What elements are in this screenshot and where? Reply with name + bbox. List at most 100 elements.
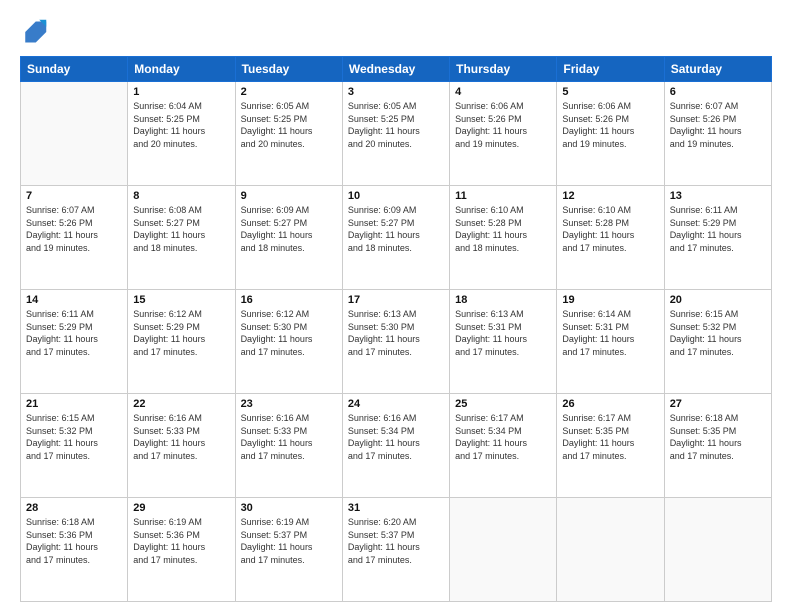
day-info: Sunrise: 6:11 AM Sunset: 5:29 PM Dayligh… bbox=[26, 308, 122, 358]
day-number: 10 bbox=[348, 190, 444, 202]
day-number: 27 bbox=[670, 398, 766, 410]
day-number: 12 bbox=[562, 190, 658, 202]
calendar-cell: 8 Sunrise: 6:08 AM Sunset: 5:27 PM Daylig… bbox=[128, 186, 235, 290]
day-info: Sunrise: 6:06 AM Sunset: 5:26 PM Dayligh… bbox=[455, 100, 551, 150]
page: SundayMondayTuesdayWednesdayThursdayFrid… bbox=[0, 0, 792, 612]
day-info: Sunrise: 6:14 AM Sunset: 5:31 PM Dayligh… bbox=[562, 308, 658, 358]
day-info: Sunrise: 6:12 AM Sunset: 5:30 PM Dayligh… bbox=[241, 308, 337, 358]
day-number: 19 bbox=[562, 294, 658, 306]
day-info: Sunrise: 6:04 AM Sunset: 5:25 PM Dayligh… bbox=[133, 100, 229, 150]
calendar-cell: 1 Sunrise: 6:04 AM Sunset: 5:25 PM Daylig… bbox=[128, 82, 235, 186]
day-info: Sunrise: 6:09 AM Sunset: 5:27 PM Dayligh… bbox=[241, 204, 337, 254]
day-number: 26 bbox=[562, 398, 658, 410]
day-info: Sunrise: 6:15 AM Sunset: 5:32 PM Dayligh… bbox=[26, 412, 122, 462]
day-info: Sunrise: 6:16 AM Sunset: 5:33 PM Dayligh… bbox=[241, 412, 337, 462]
col-header-saturday: Saturday bbox=[664, 57, 771, 82]
day-info: Sunrise: 6:13 AM Sunset: 5:30 PM Dayligh… bbox=[348, 308, 444, 358]
day-info: Sunrise: 6:19 AM Sunset: 5:36 PM Dayligh… bbox=[133, 516, 229, 566]
calendar-cell: 24 Sunrise: 6:16 AM Sunset: 5:34 PM Dayli… bbox=[342, 394, 449, 498]
calendar-cell: 15Sunrise: 6:12 AM Sunset: 5:29 PM Dayli… bbox=[128, 290, 235, 394]
day-number: 24 bbox=[348, 398, 444, 410]
calendar-cell bbox=[664, 498, 771, 602]
day-number: 31 bbox=[348, 502, 444, 514]
day-number: 15 bbox=[133, 294, 229, 306]
col-header-thursday: Thursday bbox=[450, 57, 557, 82]
day-number: 7 bbox=[26, 190, 122, 202]
calendar-cell: 3Sunrise: 6:05 AM Sunset: 5:25 PM Daylig… bbox=[342, 82, 449, 186]
day-number: 14 bbox=[26, 294, 122, 306]
week-row-4: 28 Sunrise: 6:18 AM Sunset: 5:36 PM Dayli… bbox=[21, 498, 772, 602]
day-info: Sunrise: 6:10 AM Sunset: 5:28 PM Dayligh… bbox=[562, 204, 658, 254]
day-number: 17 bbox=[348, 294, 444, 306]
calendar-cell: 17 Sunrise: 6:13 AM Sunset: 5:30 PM Dayli… bbox=[342, 290, 449, 394]
day-number: 4 bbox=[455, 86, 551, 98]
day-number: 16 bbox=[241, 294, 337, 306]
col-header-sunday: Sunday bbox=[21, 57, 128, 82]
day-number: 1 bbox=[133, 86, 229, 98]
logo bbox=[20, 18, 52, 46]
calendar-cell bbox=[21, 82, 128, 186]
calendar-cell bbox=[450, 498, 557, 602]
calendar-cell: 6Sunrise: 6:07 AM Sunset: 5:26 PM Daylig… bbox=[664, 82, 771, 186]
day-info: Sunrise: 6:06 AM Sunset: 5:26 PM Dayligh… bbox=[562, 100, 658, 150]
day-info: Sunrise: 6:18 AM Sunset: 5:35 PM Dayligh… bbox=[670, 412, 766, 462]
day-number: 18 bbox=[455, 294, 551, 306]
day-number: 21 bbox=[26, 398, 122, 410]
day-info: Sunrise: 6:05 AM Sunset: 5:25 PM Dayligh… bbox=[348, 100, 444, 150]
day-info: Sunrise: 6:18 AM Sunset: 5:36 PM Dayligh… bbox=[26, 516, 122, 566]
calendar-cell: 14 Sunrise: 6:11 AM Sunset: 5:29 PM Dayli… bbox=[21, 290, 128, 394]
week-row-3: 21 Sunrise: 6:15 AM Sunset: 5:32 PM Dayli… bbox=[21, 394, 772, 498]
day-info: Sunrise: 6:07 AM Sunset: 5:26 PM Dayligh… bbox=[26, 204, 122, 254]
day-info: Sunrise: 6:09 AM Sunset: 5:27 PM Dayligh… bbox=[348, 204, 444, 254]
day-info: Sunrise: 6:20 AM Sunset: 5:37 PM Dayligh… bbox=[348, 516, 444, 566]
day-number: 22 bbox=[133, 398, 229, 410]
week-row-1: 7 Sunrise: 6:07 AM Sunset: 5:26 PM Daylig… bbox=[21, 186, 772, 290]
calendar-cell: 7 Sunrise: 6:07 AM Sunset: 5:26 PM Daylig… bbox=[21, 186, 128, 290]
day-info: Sunrise: 6:05 AM Sunset: 5:25 PM Dayligh… bbox=[241, 100, 337, 150]
day-number: 11 bbox=[455, 190, 551, 202]
day-info: Sunrise: 6:11 AM Sunset: 5:29 PM Dayligh… bbox=[670, 204, 766, 254]
calendar-cell: 11 Sunrise: 6:10 AM Sunset: 5:28 PM Dayli… bbox=[450, 186, 557, 290]
calendar-cell: 21 Sunrise: 6:15 AM Sunset: 5:32 PM Dayli… bbox=[21, 394, 128, 498]
calendar-cell: 19 Sunrise: 6:14 AM Sunset: 5:31 PM Dayli… bbox=[557, 290, 664, 394]
col-header-wednesday: Wednesday bbox=[342, 57, 449, 82]
calendar-cell: 10 Sunrise: 6:09 AM Sunset: 5:27 PM Dayli… bbox=[342, 186, 449, 290]
logo-icon bbox=[20, 18, 48, 46]
day-number: 28 bbox=[26, 502, 122, 514]
day-info: Sunrise: 6:17 AM Sunset: 5:35 PM Dayligh… bbox=[562, 412, 658, 462]
calendar-cell: 4 Sunrise: 6:06 AM Sunset: 5:26 PM Daylig… bbox=[450, 82, 557, 186]
day-info: Sunrise: 6:13 AM Sunset: 5:31 PM Dayligh… bbox=[455, 308, 551, 358]
calendar-cell: 30 Sunrise: 6:19 AM Sunset: 5:37 PM Dayli… bbox=[235, 498, 342, 602]
day-number: 30 bbox=[241, 502, 337, 514]
day-info: Sunrise: 6:16 AM Sunset: 5:33 PM Dayligh… bbox=[133, 412, 229, 462]
calendar-cell: 28 Sunrise: 6:18 AM Sunset: 5:36 PM Dayli… bbox=[21, 498, 128, 602]
calendar-cell: 23 Sunrise: 6:16 AM Sunset: 5:33 PM Dayli… bbox=[235, 394, 342, 498]
day-number: 8 bbox=[133, 190, 229, 202]
day-info: Sunrise: 6:10 AM Sunset: 5:28 PM Dayligh… bbox=[455, 204, 551, 254]
calendar-cell: 20Sunrise: 6:15 AM Sunset: 5:32 PM Dayli… bbox=[664, 290, 771, 394]
col-header-tuesday: Tuesday bbox=[235, 57, 342, 82]
day-info: Sunrise: 6:08 AM Sunset: 5:27 PM Dayligh… bbox=[133, 204, 229, 254]
calendar-cell: 18 Sunrise: 6:13 AM Sunset: 5:31 PM Dayli… bbox=[450, 290, 557, 394]
day-number: 20 bbox=[670, 294, 766, 306]
day-number: 13 bbox=[670, 190, 766, 202]
day-number: 29 bbox=[133, 502, 229, 514]
day-number: 23 bbox=[241, 398, 337, 410]
calendar-cell: 2 Sunrise: 6:05 AM Sunset: 5:25 PM Daylig… bbox=[235, 82, 342, 186]
calendar-cell: 27 Sunrise: 6:18 AM Sunset: 5:35 PM Dayli… bbox=[664, 394, 771, 498]
week-row-0: 1 Sunrise: 6:04 AM Sunset: 5:25 PM Daylig… bbox=[21, 82, 772, 186]
header bbox=[20, 18, 772, 46]
day-number: 2 bbox=[241, 86, 337, 98]
day-info: Sunrise: 6:16 AM Sunset: 5:34 PM Dayligh… bbox=[348, 412, 444, 462]
day-number: 5 bbox=[562, 86, 658, 98]
calendar-cell: 5 Sunrise: 6:06 AM Sunset: 5:26 PM Daylig… bbox=[557, 82, 664, 186]
day-info: Sunrise: 6:19 AM Sunset: 5:37 PM Dayligh… bbox=[241, 516, 337, 566]
calendar-cell: 22 Sunrise: 6:16 AM Sunset: 5:33 PM Dayli… bbox=[128, 394, 235, 498]
calendar-table: SundayMondayTuesdayWednesdayThursdayFrid… bbox=[20, 56, 772, 602]
calendar-cell: 13 Sunrise: 6:11 AM Sunset: 5:29 PM Dayli… bbox=[664, 186, 771, 290]
calendar-cell: 31 Sunrise: 6:20 AM Sunset: 5:37 PM Dayli… bbox=[342, 498, 449, 602]
day-info: Sunrise: 6:17 AM Sunset: 5:34 PM Dayligh… bbox=[455, 412, 551, 462]
calendar-cell: 26 Sunrise: 6:17 AM Sunset: 5:35 PM Dayli… bbox=[557, 394, 664, 498]
week-row-2: 14 Sunrise: 6:11 AM Sunset: 5:29 PM Dayli… bbox=[21, 290, 772, 394]
day-number: 6 bbox=[670, 86, 766, 98]
